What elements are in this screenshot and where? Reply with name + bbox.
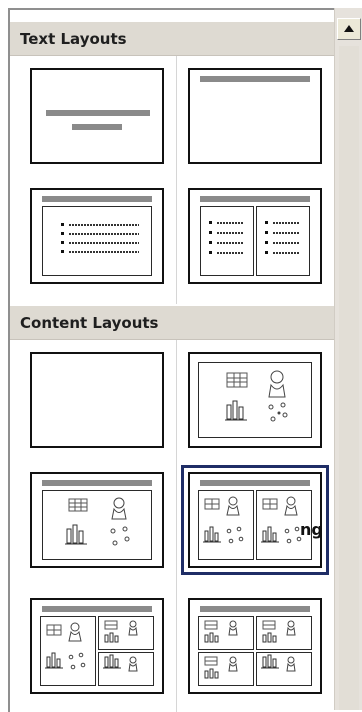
- section-title: Text Layouts: [20, 29, 127, 48]
- layout-title-and-two-column-text[interactable]: [188, 188, 322, 284]
- layout-title-only[interactable]: [188, 68, 322, 164]
- content-placeholder-1: [198, 616, 254, 650]
- subtitle-placeholder: [72, 124, 122, 130]
- title-placeholder: [200, 480, 310, 486]
- right-top-content-placeholder: [98, 616, 154, 650]
- title-placeholder: [200, 196, 310, 202]
- layout-content[interactable]: [188, 352, 322, 448]
- content-icons: [45, 622, 86, 670]
- content-placeholder-2: [256, 616, 312, 650]
- layout-title-content-and-two-content[interactable]: [30, 598, 164, 694]
- layout-blank[interactable]: [30, 352, 164, 448]
- content-icons: [261, 654, 296, 672]
- title-placeholder: [200, 606, 310, 612]
- layout-title-and-text[interactable]: [30, 188, 164, 284]
- title-placeholder: [42, 196, 152, 202]
- right-text-placeholder: [256, 206, 310, 276]
- left-content-placeholder: [198, 490, 254, 560]
- content-icons: [104, 620, 138, 643]
- slide-layout-panel: Text Layouts Content Layouts ng: [0, 0, 362, 712]
- vertical-scrollbar[interactable]: [334, 8, 362, 710]
- title-placeholder: [42, 606, 152, 612]
- overflow-text: ng: [300, 520, 323, 539]
- content-icons: [204, 620, 238, 643]
- layout-list[interactable]: Text Layouts Content Layouts: [8, 8, 334, 712]
- content-icons: [262, 620, 296, 643]
- content-placeholder: [42, 490, 152, 560]
- layout-title-slide[interactable]: [30, 68, 164, 164]
- content-placeholder-4: [256, 652, 312, 686]
- column-divider: [176, 340, 177, 712]
- section-title: Content Layouts: [20, 313, 159, 332]
- title-placeholder: [200, 76, 310, 82]
- title-placeholder: [46, 110, 150, 116]
- scroll-up-button[interactable]: [337, 18, 361, 40]
- layout-title-and-four-content[interactable]: [188, 598, 322, 694]
- section-header-content-layouts: Content Layouts: [10, 306, 334, 340]
- section-header-text-layouts: Text Layouts: [10, 22, 334, 56]
- triangle-up-icon: [344, 25, 354, 32]
- text-placeholder: [42, 206, 152, 276]
- layout-title-and-content[interactable]: [30, 472, 164, 568]
- title-placeholder: [42, 480, 152, 486]
- scroll-track[interactable]: [339, 46, 359, 710]
- column-divider: [176, 56, 177, 304]
- content-icons: [204, 656, 238, 679]
- left-content-placeholder: [40, 616, 96, 686]
- right-bottom-content-placeholder: [98, 652, 154, 686]
- content-placeholder: [198, 362, 312, 438]
- content-icons: [203, 496, 244, 544]
- content-placeholder-3: [198, 652, 254, 686]
- left-text-placeholder: [200, 206, 254, 276]
- content-icons: [225, 370, 288, 422]
- content-icons: [65, 497, 130, 546]
- content-icons: [103, 654, 138, 672]
